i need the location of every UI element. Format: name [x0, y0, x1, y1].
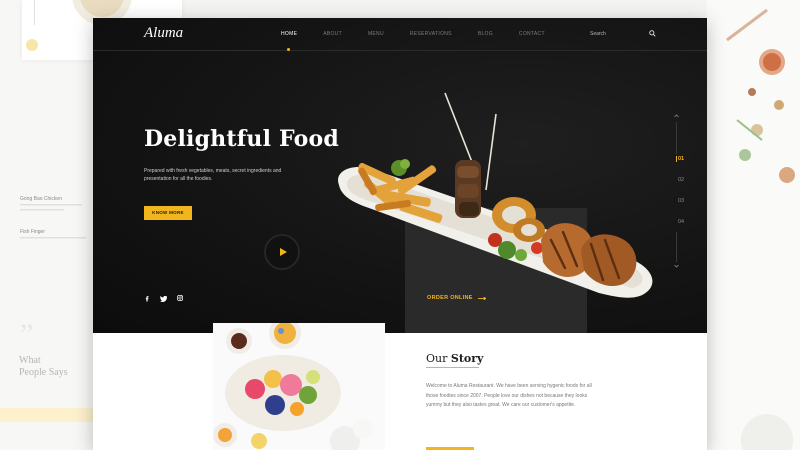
story-food-image: [213, 323, 385, 450]
slide-01[interactable]: 01: [678, 156, 684, 162]
pager-line: [676, 232, 677, 262]
nav-item-contact[interactable]: CONTACT: [519, 31, 545, 37]
pager-line: [676, 122, 677, 154]
know-more-button[interactable]: KNOW MORE: [144, 206, 192, 220]
side-menu-item-text: [20, 236, 90, 245]
brand-logo[interactable]: Aluma: [144, 25, 183, 42]
chevron-down-icon[interactable]: [674, 264, 679, 268]
side-menu-item-title: Fish Finger: [20, 229, 46, 235]
background-left-page: Gong Bao Chicken Fish Finger ” What Peop…: [0, 0, 182, 450]
side-menu-item-title: Gong Bao Chicken: [20, 196, 62, 202]
twitter-icon[interactable]: [160, 295, 167, 302]
facebook-icon[interactable]: [144, 295, 150, 302]
slide-02[interactable]: 02: [678, 177, 684, 183]
main-nav: HOME ABOUT MENU RESERVATIONS BLOG CONTAC…: [281, 31, 571, 37]
background-accent-strip: [0, 408, 93, 422]
active-nav-indicator: [287, 48, 290, 51]
nav-item-about[interactable]: ABOUT: [323, 31, 342, 37]
nav-item-home[interactable]: HOME: [281, 31, 297, 37]
search-input[interactable]: Search: [590, 31, 606, 37]
active-slide-bar: [676, 156, 677, 162]
hero-title: Delightful Food: [144, 126, 339, 152]
quote-mark-icon: ”: [20, 318, 34, 351]
story-text: Welcome to Aluma Restaurant. We have bee…: [426, 383, 592, 408]
slide-03[interactable]: 03: [678, 198, 684, 204]
social-links: [144, 295, 183, 302]
food-plate-image: [338, 92, 653, 298]
instagram-icon[interactable]: [177, 295, 183, 301]
hero-section: Aluma HOME ABOUT MENU RESERVATIONS BLOG …: [93, 18, 707, 333]
side-menu-item-text: [20, 203, 90, 216]
play-icon: [280, 248, 287, 256]
spices-illustration: [726, 8, 795, 450]
header-divider: [93, 50, 707, 51]
hero-slide-pager: 01 02 03 04: [674, 114, 690, 274]
hero-subtitle: Prepared with fresh vegetables, meats, s…: [144, 168, 282, 182]
play-video-button[interactable]: [264, 234, 300, 270]
nav-item-reservations[interactable]: RESERVATIONS: [410, 31, 452, 37]
nav-item-blog[interactable]: BLOG: [478, 31, 493, 37]
story-heading: Our Story: [426, 352, 484, 365]
website-mockup: Aluma HOME ABOUT MENU RESERVATIONS BLOG …: [93, 18, 707, 450]
search-icon[interactable]: [649, 30, 656, 37]
testimonial-heading: What People Says: [19, 355, 68, 378]
nav-item-menu[interactable]: MENU: [368, 31, 384, 37]
story-heading-underline: [426, 367, 479, 368]
slide-04[interactable]: 04: [678, 219, 684, 225]
background-right-page: [707, 0, 800, 450]
search-box[interactable]: Search: [590, 30, 658, 39]
chevron-up-icon[interactable]: [674, 114, 679, 118]
